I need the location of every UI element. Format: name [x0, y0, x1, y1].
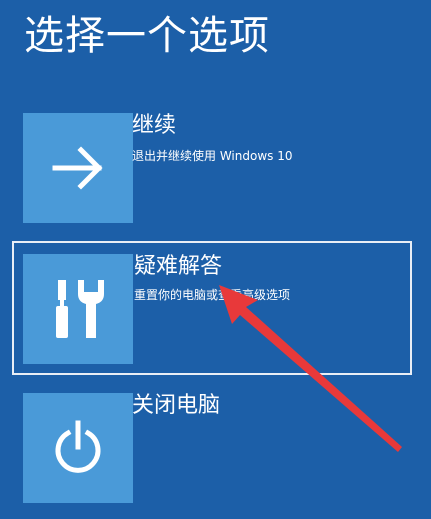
option-troubleshoot[interactable]: 疑难解答 重置你的电脑或查看高级选项	[12, 241, 412, 375]
option-continue-description: 退出并继续使用 Windows 10	[132, 149, 293, 163]
continue-tile[interactable]	[23, 113, 133, 223]
power-icon	[55, 420, 101, 473]
arrow-right-icon	[52, 146, 103, 190]
option-troubleshoot-description: 重置你的电脑或查看高级选项	[134, 288, 291, 302]
wrench-screwdriver-icon	[56, 280, 104, 338]
page-title: 选择一个选项	[24, 13, 270, 59]
troubleshoot-tile[interactable]	[23, 254, 133, 364]
turn-off-tile[interactable]	[23, 393, 133, 503]
option-turn-off-title: 关闭电脑	[132, 393, 221, 418]
option-troubleshoot-title: 疑难解答	[134, 254, 223, 279]
option-continue-title: 继续	[132, 113, 177, 138]
option-continue[interactable]: 继续 退出并继续使用 Windows 10	[12, 108, 412, 242]
option-turn-off[interactable]: 关闭电脑	[12, 385, 412, 519]
